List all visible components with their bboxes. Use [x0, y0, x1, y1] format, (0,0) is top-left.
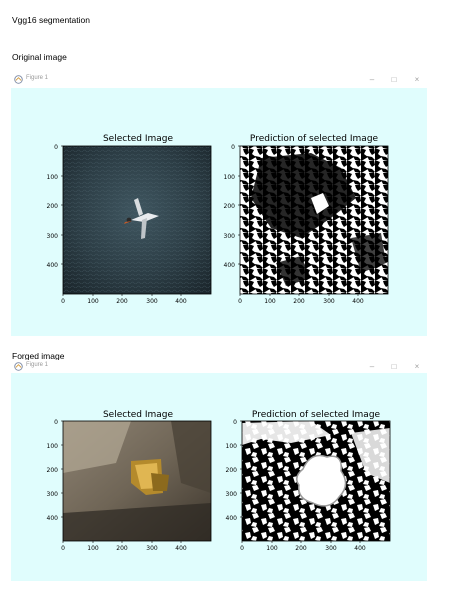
- close-button[interactable]: ×: [411, 360, 423, 374]
- left-x-ticks: 0 100 200 300 400: [61, 545, 187, 552]
- y-tick: 100: [47, 174, 59, 181]
- maximize-button[interactable]: □: [388, 360, 400, 374]
- y-tick: 400: [47, 515, 59, 522]
- figure-canvas-forged: Selected Image 0 100 200 300 400 0 100 2…: [11, 373, 427, 581]
- x-tick: 0: [61, 298, 65, 305]
- window-title: Figure 1: [26, 362, 49, 368]
- minimize-button[interactable]: –: [366, 73, 378, 87]
- window-title: Figure 1: [26, 75, 49, 81]
- figure-original-plot: Selected Image 0 100 200 300 400 0 100 2…: [47, 134, 389, 305]
- y-tick: 100: [226, 443, 238, 450]
- original-image-heading: Original image: [12, 52, 67, 62]
- x-tick: 400: [354, 545, 366, 552]
- right-panel-title: Prediction of selected Image: [252, 410, 381, 420]
- figure-window-titlebar-2[interactable]: Figure 1 – □ ×: [11, 360, 427, 374]
- x-tick: 100: [87, 545, 99, 552]
- y-tick: 200: [224, 203, 236, 210]
- x-tick: 400: [352, 298, 364, 305]
- figure-forged-plot: Selected Image 0 100 200 300 400 0 100 2…: [47, 410, 391, 552]
- maximize-button[interactable]: □: [388, 73, 400, 87]
- x-tick: 0: [238, 298, 242, 305]
- selected-image-forged: [63, 421, 211, 541]
- x-tick: 100: [87, 298, 99, 305]
- x-tick: 0: [61, 545, 65, 552]
- x-tick: 200: [116, 545, 128, 552]
- x-tick: 100: [264, 298, 276, 305]
- y-tick: 300: [47, 491, 59, 498]
- x-tick: 100: [266, 545, 278, 552]
- y-tick: 0: [231, 144, 235, 151]
- right-y-ticks: 0 100 200 300 400: [224, 144, 236, 269]
- y-tick: 200: [47, 467, 59, 474]
- x-tick: 300: [146, 545, 158, 552]
- y-tick: 200: [47, 203, 59, 210]
- x-tick: 400: [175, 298, 187, 305]
- left-x-ticks: 0 100 200 300 400: [61, 298, 187, 305]
- page-title: Vgg16 segmentation: [12, 15, 90, 25]
- y-tick: 200: [226, 467, 238, 474]
- y-tick: 100: [47, 443, 59, 450]
- figure-canvas-original: Selected Image 0 100 200 300 400 0 100 2…: [11, 88, 427, 336]
- close-button[interactable]: ×: [411, 73, 423, 87]
- figure-app-icon: [14, 75, 23, 84]
- right-panel-title: Prediction of selected Image: [250, 134, 379, 144]
- x-tick: 300: [325, 545, 337, 552]
- left-y-ticks: 0 100 200 300 400: [47, 419, 59, 522]
- right-x-ticks: 0 100 200 300 400: [238, 298, 364, 305]
- x-tick: 400: [175, 545, 187, 552]
- x-tick: 200: [293, 298, 305, 305]
- y-tick: 100: [224, 174, 236, 181]
- y-tick: 0: [54, 144, 58, 151]
- y-tick: 400: [226, 515, 238, 522]
- left-panel-title: Selected Image: [103, 134, 174, 144]
- selected-image-bird: [63, 146, 211, 294]
- y-tick: 0: [54, 419, 58, 426]
- y-tick: 300: [47, 233, 59, 240]
- x-tick: 300: [146, 298, 158, 305]
- y-tick: 0: [233, 419, 237, 426]
- minimize-button[interactable]: –: [366, 360, 378, 374]
- figure-app-icon: [14, 362, 23, 371]
- prediction-mask-forged: [242, 421, 390, 541]
- x-tick: 0: [240, 545, 244, 552]
- prediction-mask-original: [240, 146, 388, 294]
- x-tick: 300: [323, 298, 335, 305]
- left-panel-title: Selected Image: [103, 410, 174, 420]
- y-tick: 400: [47, 262, 59, 269]
- x-tick: 200: [116, 298, 128, 305]
- right-x-ticks: 0 100 200 300 400: [240, 545, 366, 552]
- y-tick: 400: [224, 262, 236, 269]
- y-tick: 300: [226, 491, 238, 498]
- figure-window-titlebar-1[interactable]: Figure 1 – □ ×: [11, 73, 427, 87]
- left-y-ticks: 0 100 200 300 400: [47, 144, 59, 269]
- x-tick: 200: [295, 545, 307, 552]
- right-y-ticks: 0 100 200 300 400: [226, 419, 238, 522]
- y-tick: 300: [224, 233, 236, 240]
